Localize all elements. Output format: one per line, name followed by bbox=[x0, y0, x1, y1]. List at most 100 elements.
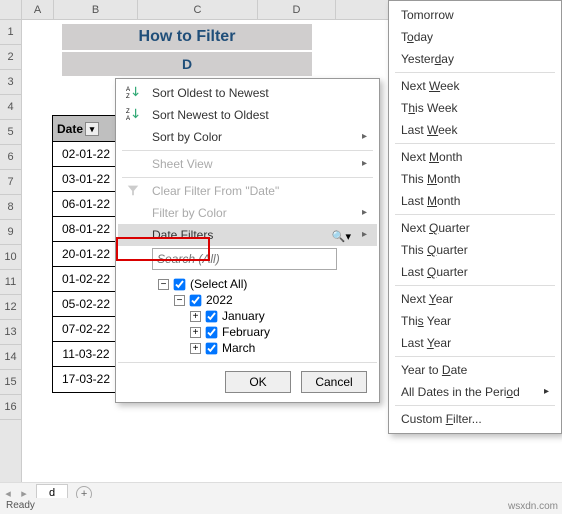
table-cell[interactable]: 02-01-22 bbox=[53, 142, 119, 167]
submenu-item[interactable]: Last Week bbox=[391, 119, 559, 141]
collapse-icon[interactable]: − bbox=[174, 295, 185, 306]
table-header-label: Date bbox=[57, 116, 83, 142]
table-cell[interactable]: 20-01-22 bbox=[53, 242, 119, 267]
submenu-item[interactable]: Last Month bbox=[391, 190, 559, 212]
collapse-icon[interactable]: − bbox=[158, 279, 169, 290]
submenu-item[interactable]: This Week bbox=[391, 97, 559, 119]
expand-icon[interactable]: + bbox=[190, 327, 201, 338]
submenu-item[interactable]: Last Quarter bbox=[391, 261, 559, 283]
submenu-item[interactable]: Next Week bbox=[391, 75, 559, 97]
filter-by-color-item: Filter by Color ▸ bbox=[118, 202, 377, 224]
submenu-item[interactable]: Custom Filter... bbox=[391, 408, 559, 430]
col-header[interactable]: D bbox=[258, 0, 336, 19]
submenu-item[interactable]: All Dates in the Period▸ bbox=[391, 381, 559, 403]
submenu-item[interactable]: This Year bbox=[391, 310, 559, 332]
date-table: Date ▾ 02-01-2203-01-2206-01-2208-01-222… bbox=[52, 115, 120, 393]
checkbox[interactable] bbox=[206, 310, 218, 322]
row-header[interactable]: 7 bbox=[0, 170, 21, 195]
submenu-item[interactable]: Next Year bbox=[391, 288, 559, 310]
chevron-right-icon: ▸ bbox=[362, 207, 367, 218]
ok-button[interactable]: OK bbox=[225, 371, 291, 393]
menu-label: Date Filters bbox=[152, 228, 213, 242]
chevron-right-icon: ▸ bbox=[544, 386, 549, 397]
sort-oldest-item[interactable]: AZ Sort Oldest to Newest bbox=[118, 82, 377, 104]
submenu-item[interactable]: Last Year bbox=[391, 332, 559, 354]
submenu-label: This Month bbox=[401, 172, 460, 186]
tree-month[interactable]: +January bbox=[190, 308, 365, 324]
row-header[interactable]: 12 bbox=[0, 295, 21, 320]
row-header[interactable]: 13 bbox=[0, 320, 21, 345]
expand-icon[interactable]: + bbox=[190, 311, 201, 322]
col-header[interactable] bbox=[0, 0, 22, 19]
row-headers: 12345678910111213141516 bbox=[0, 20, 22, 484]
value-tree: −(Select All) − 2022 +January+February+Ma… bbox=[158, 276, 365, 356]
table-cell[interactable]: 08-01-22 bbox=[53, 217, 119, 242]
menu-label: Clear Filter From "Date" bbox=[152, 184, 279, 198]
submenu-item[interactable]: This Month bbox=[391, 168, 559, 190]
row-header[interactable]: 14 bbox=[0, 345, 21, 370]
row-header[interactable]: 9 bbox=[0, 220, 21, 245]
row-header[interactable]: 2 bbox=[0, 45, 21, 70]
filter-dropdown-icon[interactable]: ▾ bbox=[85, 122, 99, 136]
sort-za-icon: ZA bbox=[126, 107, 142, 123]
submenu-label: Last Quarter bbox=[401, 265, 468, 279]
table-cell[interactable]: 06-01-22 bbox=[53, 192, 119, 217]
search-icon[interactable]: 🔍▾ bbox=[332, 230, 351, 243]
submenu-label: This Quarter bbox=[401, 243, 468, 257]
col-header[interactable]: A bbox=[22, 0, 54, 19]
sort-by-color-item[interactable]: Sort by Color ▸ bbox=[118, 126, 377, 148]
watermark: wsxdn.com bbox=[508, 501, 558, 512]
submenu-item[interactable]: Year to Date bbox=[391, 359, 559, 381]
table-cell[interactable]: 01-02-22 bbox=[53, 267, 119, 292]
row-header[interactable]: 16 bbox=[0, 395, 21, 420]
row-header[interactable]: 10 bbox=[0, 245, 21, 270]
submenu-item[interactable]: This Quarter bbox=[391, 239, 559, 261]
table-cell[interactable]: 11-03-22 bbox=[53, 342, 119, 367]
tree-year[interactable]: − 2022 bbox=[174, 292, 365, 308]
submenu-label: Last Week bbox=[401, 123, 457, 137]
row-header[interactable]: 15 bbox=[0, 370, 21, 395]
table-cell[interactable]: 17-03-22 bbox=[53, 367, 119, 392]
submenu-label: Tomorrow bbox=[401, 8, 454, 22]
separator bbox=[122, 177, 373, 178]
row-header[interactable]: 5 bbox=[0, 120, 21, 145]
tree-month[interactable]: +February bbox=[190, 324, 365, 340]
row-header[interactable]: 8 bbox=[0, 195, 21, 220]
submenu-item[interactable]: Next Month bbox=[391, 146, 559, 168]
table-cell[interactable]: 03-01-22 bbox=[53, 167, 119, 192]
row-header[interactable]: 3 bbox=[0, 70, 21, 95]
submenu-item[interactable]: Yesterday bbox=[391, 48, 559, 70]
chevron-right-icon: ▸ bbox=[362, 158, 367, 169]
table-cell[interactable]: 05-02-22 bbox=[53, 292, 119, 317]
table-header-date[interactable]: Date ▾ bbox=[53, 116, 119, 142]
submenu-label: Custom Filter... bbox=[401, 412, 482, 426]
subtitle-cell: D bbox=[62, 52, 312, 76]
row-header[interactable]: 6 bbox=[0, 145, 21, 170]
tree-select-all[interactable]: −(Select All) bbox=[158, 276, 365, 292]
tree-month[interactable]: +March bbox=[190, 340, 365, 356]
sort-newest-item[interactable]: ZA Sort Newest to Oldest bbox=[118, 104, 377, 126]
expand-icon[interactable]: + bbox=[190, 343, 201, 354]
dialog-buttons: OK Cancel bbox=[118, 362, 377, 399]
menu-label: Sheet View bbox=[152, 157, 213, 171]
checkbox[interactable] bbox=[206, 326, 218, 338]
sort-az-icon: AZ bbox=[126, 85, 142, 101]
tree-label: 2022 bbox=[206, 293, 233, 307]
checkbox[interactable] bbox=[206, 342, 218, 354]
checkbox[interactable] bbox=[174, 278, 186, 290]
table-cell[interactable]: 07-02-22 bbox=[53, 317, 119, 342]
col-header[interactable]: C bbox=[138, 0, 258, 19]
submenu-item[interactable]: Today bbox=[391, 26, 559, 48]
row-header[interactable]: 11 bbox=[0, 270, 21, 295]
search-input[interactable] bbox=[152, 248, 337, 270]
cancel-button[interactable]: Cancel bbox=[301, 371, 367, 393]
submenu-label: Yesterday bbox=[401, 52, 454, 66]
chevron-right-icon: ▸ bbox=[362, 229, 367, 240]
submenu-item[interactable]: Next Quarter bbox=[391, 217, 559, 239]
submenu-label: Next Month bbox=[401, 150, 462, 164]
row-header[interactable]: 1 bbox=[0, 20, 21, 45]
row-header[interactable]: 4 bbox=[0, 95, 21, 120]
submenu-item[interactable]: Tomorrow bbox=[391, 4, 559, 26]
col-header[interactable]: B bbox=[54, 0, 138, 19]
checkbox[interactable] bbox=[190, 294, 202, 306]
